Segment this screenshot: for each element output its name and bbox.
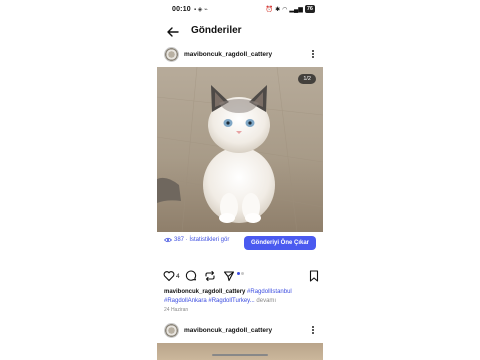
gesture-bar [212, 354, 268, 356]
notification-icons: ▪ ◈ ⌁ [194, 7, 208, 13]
app-header: Gönderiler [157, 22, 323, 42]
status-time: 00:10 [172, 6, 191, 13]
caption-more-link[interactable]: devamı [256, 298, 276, 304]
caption-username[interactable]: maviboncuk_ragdoll_cattery [164, 289, 245, 295]
post-caption: maviboncuk_ragdoll_cattery #RagdollIstan… [164, 288, 320, 306]
phone-screen: 00:10 ▪ ◈ ⌁ ⏰ ✱ ◠ ▂▄▆ 76 Gönderiler mavi… [157, 0, 323, 360]
next-post-header: maviboncuk_ragdoll_cattery [157, 322, 323, 342]
post-header: maviboncuk_ragdoll_cattery [157, 46, 323, 66]
alarm-icon: ⏰ [265, 6, 274, 13]
next-post-photo[interactable] [157, 343, 323, 360]
next-post-username[interactable]: maviboncuk_ragdoll_cattery [184, 327, 272, 334]
avatar[interactable] [164, 323, 179, 338]
more-vertical-icon[interactable] [310, 325, 316, 337]
avatar[interactable] [164, 47, 179, 62]
comment-icon[interactable] [185, 270, 197, 282]
more-vertical-icon[interactable] [310, 49, 316, 61]
repost-icon[interactable] [204, 270, 216, 282]
bluetooth-icon: ✱ [275, 6, 281, 13]
action-bar: 4 [163, 270, 323, 284]
boost-post-button[interactable]: Gönderiyi Öne Çıkar [244, 236, 316, 250]
cat-photo [157, 67, 323, 232]
heart-icon[interactable] [163, 270, 175, 282]
send-icon[interactable] [223, 270, 235, 282]
post-username[interactable]: maviboncuk_ragdoll_cattery [184, 51, 272, 58]
wifi-icon: ◠ [282, 6, 288, 13]
insights-label: 387 · İstatistikleri gör [174, 237, 230, 243]
image-counter: 1/2 [298, 74, 316, 84]
post-date: 24 Haziran [164, 307, 189, 313]
bookmark-icon[interactable] [309, 270, 319, 282]
status-right: ⏰ ✱ ◠ ▂▄▆ 76 [266, 5, 315, 13]
page-title: Gönderiler [191, 25, 242, 36]
status-bar: 00:10 ▪ ◈ ⌁ ⏰ ✱ ◠ ▂▄▆ 76 [157, 5, 323, 17]
signal-icon: ▂▄▆ [289, 6, 303, 13]
eye-icon [164, 237, 172, 243]
like-count[interactable]: 4 [176, 273, 180, 280]
insights-link[interactable]: 387 · İstatistikleri gör [164, 237, 229, 243]
battery-icon: 76 [304, 5, 315, 13]
caption-hashtag[interactable]: #RagdollIstanbul [247, 289, 292, 295]
back-arrow-icon[interactable] [166, 25, 180, 39]
caption-hashtags[interactable]: #RagdollAnkara #RagdollTurkey... [164, 298, 255, 304]
post-photo[interactable]: 1/2 [157, 67, 323, 232]
